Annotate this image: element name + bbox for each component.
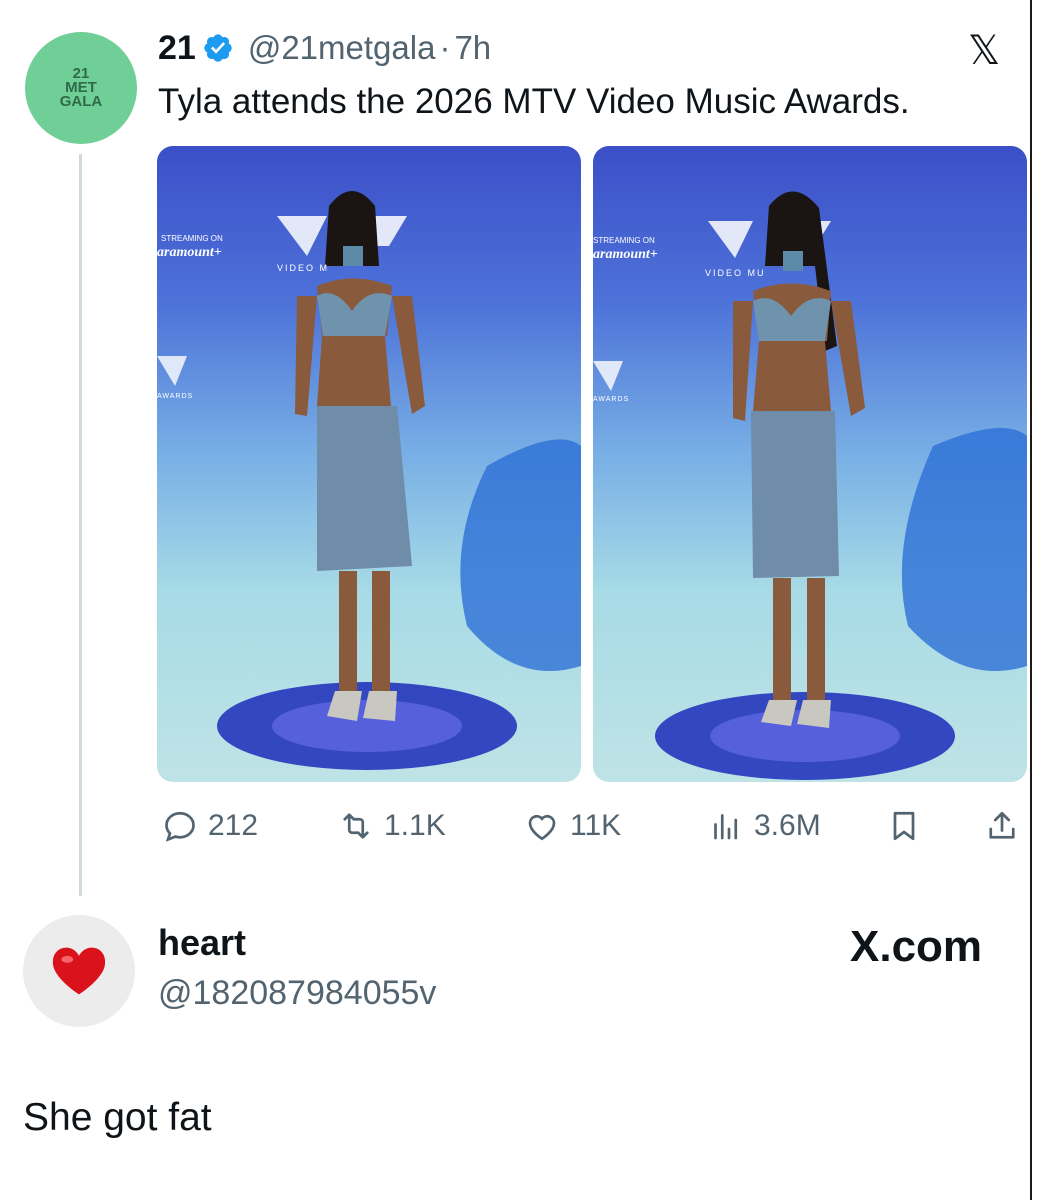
tweet-text: Tyla attends the 2026 MTV Video Music Aw… [158, 82, 910, 121]
views-count: 3.6M [754, 809, 821, 842]
x-com-watermark: X.com [850, 922, 983, 971]
reply-author-name[interactable]: heart [158, 922, 246, 964]
photo-illustration: STREAMING ON aramount+ VIDEO MU AWARDS [593, 191, 1027, 780]
x-logo-icon: 𝕏 [968, 28, 1001, 74]
retweet-count: 1.1K [384, 809, 446, 842]
author-handle[interactable]: @21metgala [248, 29, 436, 67]
tweet-actions: 212 1.1K 11K 3.6M [158, 800, 1028, 852]
photo-caption: aramount+ [157, 245, 222, 260]
photo-caption: AWARDS [593, 396, 629, 403]
avatar[interactable]: 21 MET GALA [25, 32, 137, 144]
bookmark-icon [893, 811, 915, 841]
photo-caption: VIDEO M [277, 263, 329, 273]
verified-badge-icon [204, 34, 232, 62]
tweet-photo[interactable]: STREAMING ON aramount+ VIDEO M AWARDS [157, 146, 581, 782]
reply-text: She got fat [23, 1096, 212, 1139]
like-button[interactable]: 11K [524, 800, 621, 852]
thread-line [79, 154, 82, 896]
photo-illustration: STREAMING ON aramount+ VIDEO M AWARDS [157, 191, 581, 770]
photo-caption: AWARDS [157, 393, 193, 400]
share-icon [989, 811, 1015, 839]
timestamp[interactable]: 7h [454, 29, 491, 67]
red-heart-icon [52, 947, 106, 995]
reply-icon [165, 811, 195, 842]
heart-icon [528, 814, 556, 841]
retweet-button[interactable]: 1.1K [338, 800, 446, 852]
author-name[interactable]: 21 [158, 29, 196, 68]
avatar[interactable] [23, 915, 135, 1027]
reply-author-handle[interactable]: @182087984055v [158, 974, 436, 1013]
photo-caption: VIDEO MU [705, 268, 766, 278]
tweet-photo[interactable]: STREAMING ON aramount+ VIDEO MU AWARDS [593, 146, 1027, 782]
screen-edge [1030, 0, 1032, 1200]
like-count: 11K [570, 809, 622, 842]
photo-caption: STREAMING ON [161, 234, 223, 243]
reply-count: 212 [208, 809, 259, 842]
separator-dot: · [439, 29, 451, 66]
retweet-icon [343, 813, 369, 839]
bookmark-button[interactable] [886, 800, 922, 852]
share-button[interactable] [984, 800, 1020, 852]
photo-caption: aramount+ [593, 247, 658, 262]
reply-button[interactable]: 212 [162, 800, 258, 852]
tweet-header: 21 @21metgala · 7h [158, 28, 491, 68]
avatar-text: GALA [59, 93, 103, 110]
views-button[interactable]: 3.6M [708, 800, 821, 852]
photo-caption: STREAMING ON [593, 236, 655, 245]
views-chart-icon [714, 814, 738, 840]
